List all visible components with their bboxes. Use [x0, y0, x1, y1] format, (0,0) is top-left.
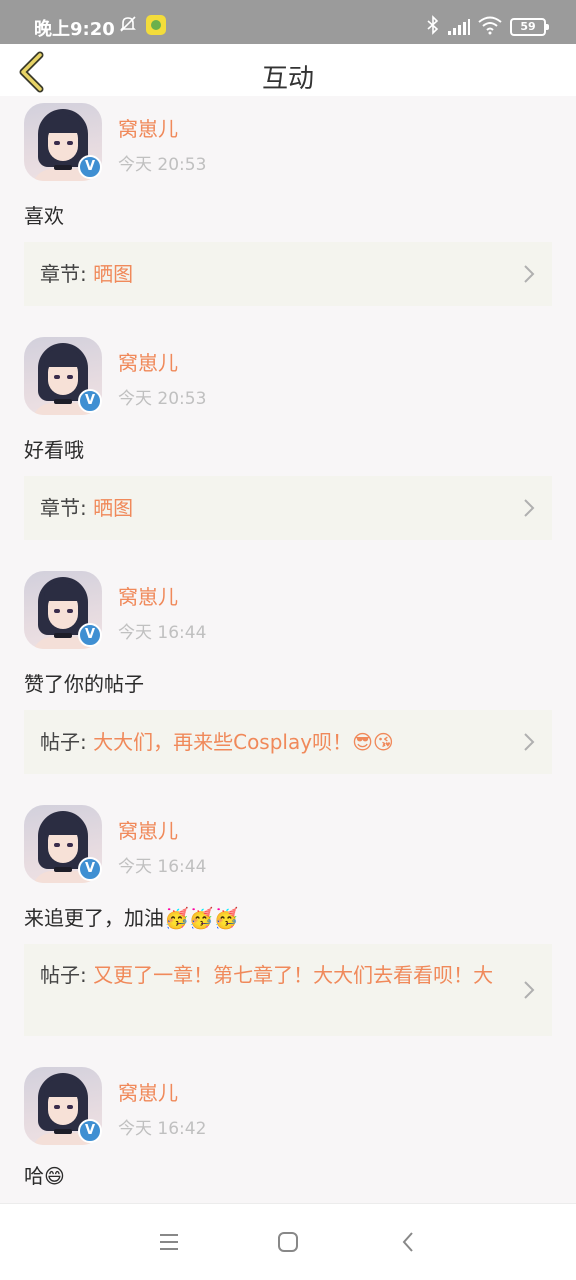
timestamp: 今天 16:44: [118, 857, 207, 877]
app-notification-icon: [146, 15, 166, 35]
reference-label: 章节:: [40, 262, 87, 286]
back-icon[interactable]: [397, 1230, 421, 1254]
header: 互动: [0, 44, 576, 96]
list-item: V 窝崽儿 今天 16:44 赞了你的帖子 帖子: 大大们，再来些Cosplay…: [0, 564, 576, 798]
reference-card[interactable]: 章节: 晒图: [24, 242, 552, 306]
verified-icon: V: [78, 1119, 102, 1143]
username[interactable]: 窝崽儿: [118, 1077, 178, 1106]
chevron-right-icon: [524, 499, 535, 517]
username[interactable]: 窝崽儿: [118, 581, 178, 610]
username[interactable]: 窝崽儿: [118, 815, 178, 844]
timestamp: 今天 16:42: [118, 1119, 207, 1139]
status-bar: 晚上9:20 59: [0, 0, 576, 44]
list-item: V 窝崽儿 今天 16:42 哈😄: [0, 1060, 576, 1203]
verified-icon: V: [78, 623, 102, 647]
signal-icon: [448, 19, 470, 35]
system-nav-bar: [0, 1203, 576, 1280]
list-item: V 窝崽儿 今天 20:53 好看哦 章节: 晒图: [0, 330, 576, 564]
reference-title: 大大们，再来些Cosplay呗！😎😘: [93, 730, 394, 754]
reference-card[interactable]: 帖子: 大大们，再来些Cosplay呗！😎😘: [24, 710, 552, 774]
username[interactable]: 窝崽儿: [118, 347, 178, 376]
verified-icon: V: [78, 857, 102, 881]
status-time: 晚上9:20: [34, 19, 115, 40]
interaction-list[interactable]: V 窝崽儿 今天 20:53 喜欢 章节: 晒图 V 窝崽儿 今天 20:53 …: [0, 96, 576, 1203]
list-item: V 窝崽儿 今天 16:44 来追更了，加油🥳🥳🥳 帖子: 又更了一章！第七章了…: [0, 798, 576, 1060]
comment-text: 来追更了，加油🥳🥳🥳: [24, 906, 239, 930]
chevron-right-icon: [524, 265, 535, 283]
reference-label: 章节:: [40, 496, 87, 520]
chevron-right-icon: [524, 981, 535, 999]
timestamp: 今天 16:44: [118, 623, 207, 643]
reference-title: 晒图: [93, 496, 134, 520]
reference-card[interactable]: 帖子: 又更了一章！第七章了！大大们去看看呗！大: [24, 944, 552, 1036]
list-item: V 窝崽儿 今天 20:53 喜欢 章节: 晒图: [0, 96, 576, 330]
menu-icon[interactable]: [157, 1230, 181, 1254]
timestamp: 今天 20:53: [118, 155, 207, 175]
reference-label: 帖子:: [40, 730, 87, 754]
page-title: 互动: [261, 64, 314, 94]
timestamp: 今天 20:53: [118, 389, 207, 409]
comment-text: 赞了你的帖子: [24, 672, 144, 696]
bell-muted-icon: [120, 16, 136, 32]
reference-title: 又更了一章！第七章了！大大们去看看呗！大: [93, 963, 494, 987]
reference-card[interactable]: 章节: 晒图: [24, 476, 552, 540]
username[interactable]: 窝崽儿: [118, 113, 178, 142]
home-icon[interactable]: [276, 1230, 300, 1254]
verified-icon: V: [78, 155, 102, 179]
comment-text: 喜欢: [24, 204, 64, 228]
battery-icon: 59: [510, 18, 549, 36]
verified-icon: V: [78, 389, 102, 413]
comment-text: 好看哦: [24, 438, 84, 462]
bluetooth-icon: [427, 15, 439, 35]
reference-title: 晒图: [93, 262, 134, 286]
comment-text: 哈😄: [24, 1164, 65, 1188]
reference-label: 帖子:: [40, 963, 87, 987]
chevron-right-icon: [524, 733, 535, 751]
wifi-icon: [478, 16, 502, 35]
